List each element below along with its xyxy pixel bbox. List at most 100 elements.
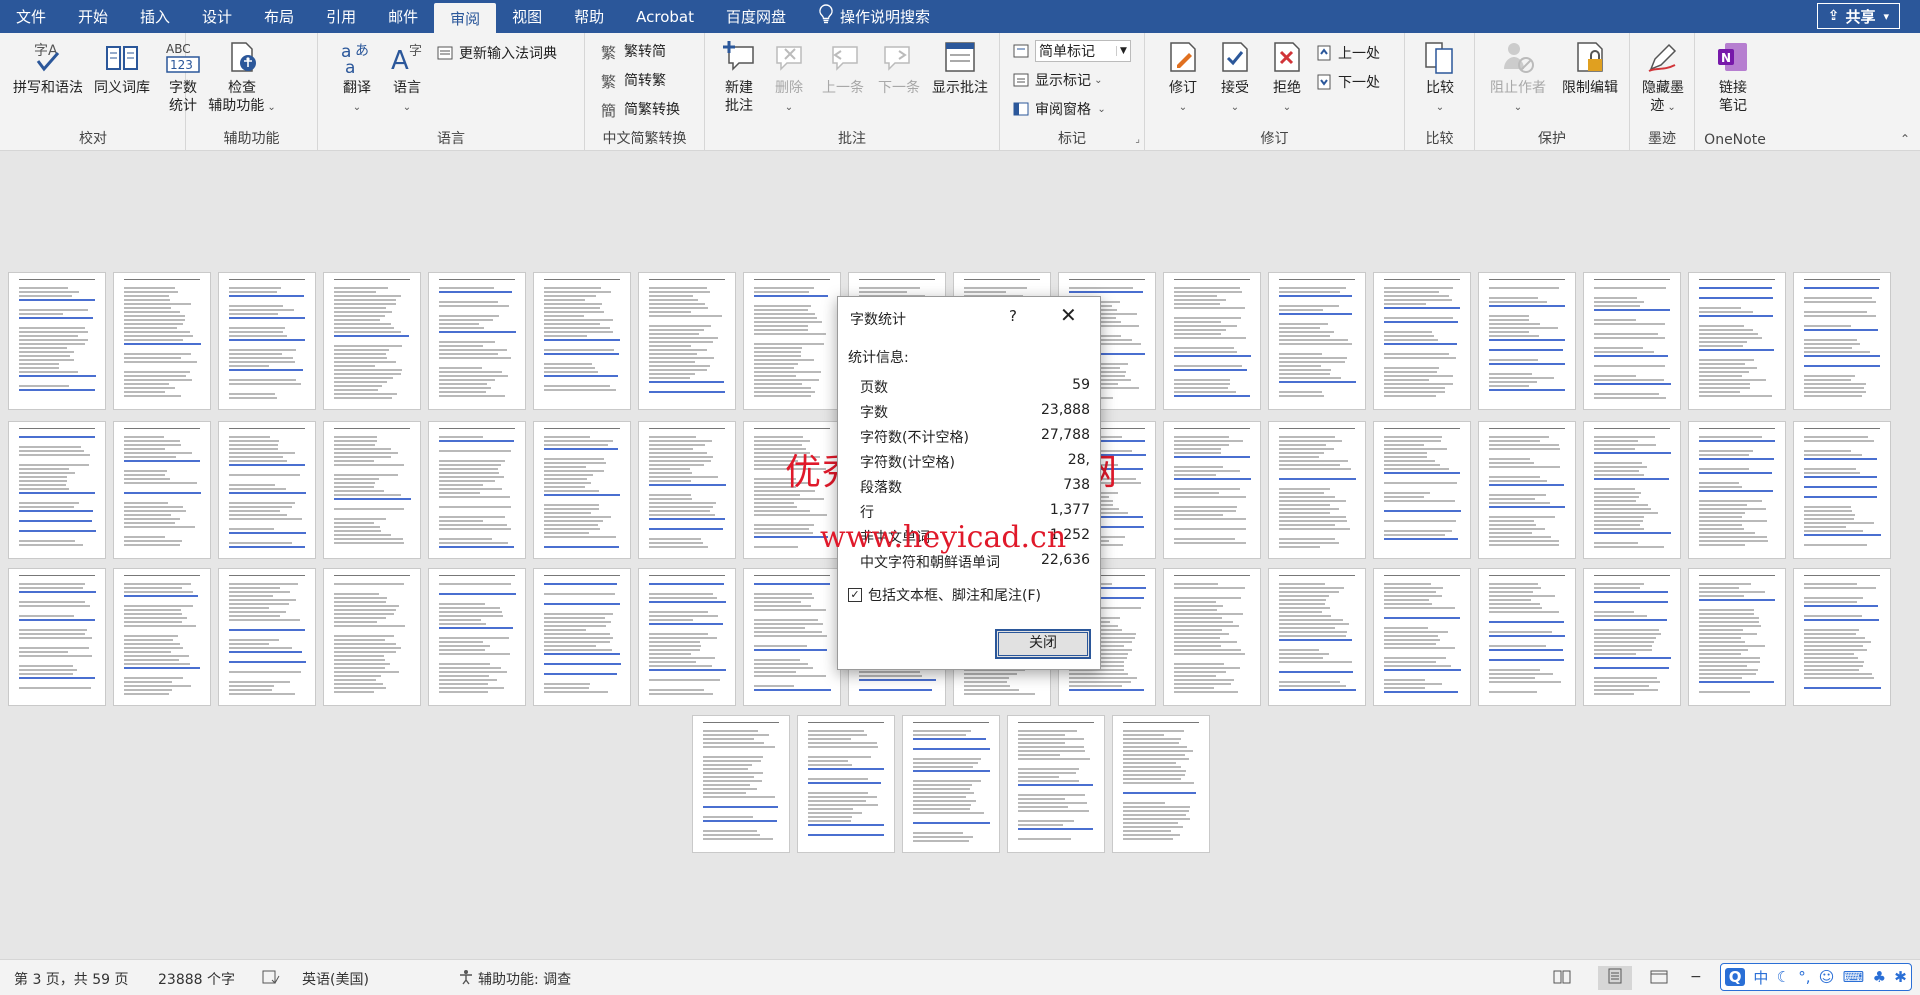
help-icon[interactable]: ? [1009,307,1017,325]
show-comments-button[interactable]: 显示批注 [927,39,993,97]
word-count-indicator[interactable]: 23888 个字 [158,969,235,989]
read-mode-icon[interactable] [1553,969,1571,989]
tab-references[interactable]: 引用 [310,0,372,33]
page-thumbnail[interactable] [1163,272,1261,410]
tab-mailings[interactable]: 邮件 [372,0,434,33]
tab-acrobat[interactable]: Acrobat [620,0,710,33]
ime-mode[interactable]: 中 [1753,967,1768,988]
page-thumbnail[interactable] [1268,421,1366,559]
page-thumbnail[interactable] [1478,272,1576,410]
page-thumbnail[interactable] [692,715,790,853]
web-layout-icon[interactable] [1650,969,1668,989]
page-thumbnail[interactable] [323,421,421,559]
page-thumbnail[interactable] [113,421,211,559]
page-thumbnail[interactable] [1373,421,1471,559]
print-layout-icon[interactable] [1598,966,1632,990]
next-comment-button[interactable]: 下一条 [873,39,925,97]
page-thumbnail[interactable] [218,568,316,706]
moon-icon[interactable]: ☾ [1777,968,1790,986]
page-thumbnail[interactable] [638,568,736,706]
page-thumbnail[interactable] [218,272,316,410]
tab-insert[interactable]: 插入 [124,0,186,33]
page-thumbnail[interactable] [1583,568,1681,706]
tell-me-search[interactable]: 操作说明搜索 [802,0,946,33]
language-indicator[interactable]: 英语(美国) [302,969,369,989]
spelling-grammar-button[interactable]: 字A 拼写和语法 [10,39,86,97]
page-thumbnail[interactable] [8,421,106,559]
tab-help[interactable]: 帮助 [558,0,620,33]
page-thumbnail[interactable] [323,272,421,410]
page-thumbnail[interactable] [1688,421,1786,559]
thesaurus-button[interactable]: 同义词库 [92,39,152,97]
translate-button[interactable]: aあa 翻译 ⌄ [334,39,380,117]
emoji-icon[interactable]: ☺ [1819,968,1835,986]
close-button[interactable]: 关闭 [995,629,1091,659]
page-thumbnail[interactable] [1373,568,1471,706]
trad-to-simp-button[interactable]: 繁 繁转简 [601,39,666,63]
track-changes-button[interactable]: 修订 ⌄ [1163,39,1203,117]
check-accessibility-button[interactable]: 检查 辅助功能 ⌄ [206,39,278,117]
page-thumbnail[interactable] [1478,568,1576,706]
compare-button[interactable]: 比较 ⌄ [1419,39,1461,117]
hide-ink-button[interactable]: 隐藏墨 迹 ⌄ [1636,39,1690,117]
page-thumbnail[interactable] [533,568,631,706]
language-button[interactable]: A字 语言 ⌄ [384,39,430,117]
page-thumbnail[interactable] [1268,272,1366,410]
page-thumbnail[interactable] [1268,568,1366,706]
page-thumbnail[interactable] [1112,715,1210,853]
delete-comment-button[interactable]: 删除 ⌄ [767,39,811,117]
share-button[interactable]: ⇪ 共享 ▾ [1816,3,1900,29]
page-thumbnail[interactable] [1583,421,1681,559]
page-thumbnail[interactable] [428,421,526,559]
punctuation-icon[interactable]: °, [1798,968,1810,986]
page-thumbnail[interactable] [8,272,106,410]
include-textboxes-checkbox[interactable]: ✓ 包括文本框、脚注和尾注(F) [848,585,1041,605]
tab-layout[interactable]: 布局 [248,0,310,33]
page-thumbnail[interactable] [1163,421,1261,559]
markup-display-select[interactable]: 简单标记 ▼ [1012,39,1131,63]
reject-button[interactable]: 拒绝 ⌄ [1267,39,1307,117]
markup-combo[interactable]: 简单标记 ▼ [1035,40,1131,62]
next-change-button[interactable]: 下一处 [1315,70,1380,94]
settings-icon[interactable]: ✱ [1894,968,1907,986]
page-thumbnail[interactable] [323,568,421,706]
tab-baidu-netdisk[interactable]: 百度网盘 [710,0,802,33]
page-thumbnail[interactable] [533,421,631,559]
page-thumbnail[interactable] [428,272,526,410]
accept-button[interactable]: 接受 ⌄ [1215,39,1255,117]
skin-icon[interactable]: ♣ [1873,968,1886,986]
zoom-out-icon[interactable]: − [1690,969,1702,985]
page-thumbnail[interactable] [1583,272,1681,410]
page-thumbnail[interactable] [1373,272,1471,410]
ime-toolbar[interactable]: Q 中 ☾ °, ☺ ⌨ ♣ ✱ [1720,963,1912,991]
previous-comment-button[interactable]: 上一条 [817,39,869,97]
page-indicator[interactable]: 第 3 页，共 59 页 [14,969,129,989]
page-thumbnail[interactable] [218,421,316,559]
page-thumbnail[interactable] [533,272,631,410]
page-thumbnail[interactable] [638,272,736,410]
show-markup-button[interactable]: 显示标记 ⌄ [1012,68,1103,92]
page-thumbnail[interactable] [1163,568,1261,706]
page-thumbnail[interactable] [1478,421,1576,559]
page-thumbnail[interactable] [1793,272,1891,410]
collapse-ribbon-icon[interactable]: ⌃ [1900,132,1910,146]
page-thumbnail[interactable] [113,568,211,706]
update-ime-dictionary-button[interactable]: 更新输入法词典 [436,41,557,65]
page-thumbnail[interactable] [428,568,526,706]
tab-review[interactable]: 审阅 [434,3,497,33]
page-thumbnail[interactable] [113,272,211,410]
tab-home[interactable]: 开始 [62,0,124,33]
close-icon[interactable]: ✕ [1060,303,1077,327]
restrict-editing-button[interactable]: 限制编辑 [1557,39,1623,97]
tab-design[interactable]: 设计 [186,0,248,33]
reviewing-pane-button[interactable]: 审阅窗格 ⌄ [1012,97,1106,121]
previous-change-button[interactable]: 上一处 [1315,41,1380,65]
simp-to-trad-button[interactable]: 繁 简转繁 [601,68,666,92]
page-thumbnail[interactable] [1688,272,1786,410]
page-thumbnail[interactable] [8,568,106,706]
tab-view[interactable]: 视图 [496,0,558,33]
page-thumbnail[interactable] [1793,421,1891,559]
keyboard-icon[interactable]: ⌨ [1843,968,1865,986]
page-thumbnail[interactable] [743,272,841,410]
tab-file[interactable]: 文件 [0,0,62,33]
